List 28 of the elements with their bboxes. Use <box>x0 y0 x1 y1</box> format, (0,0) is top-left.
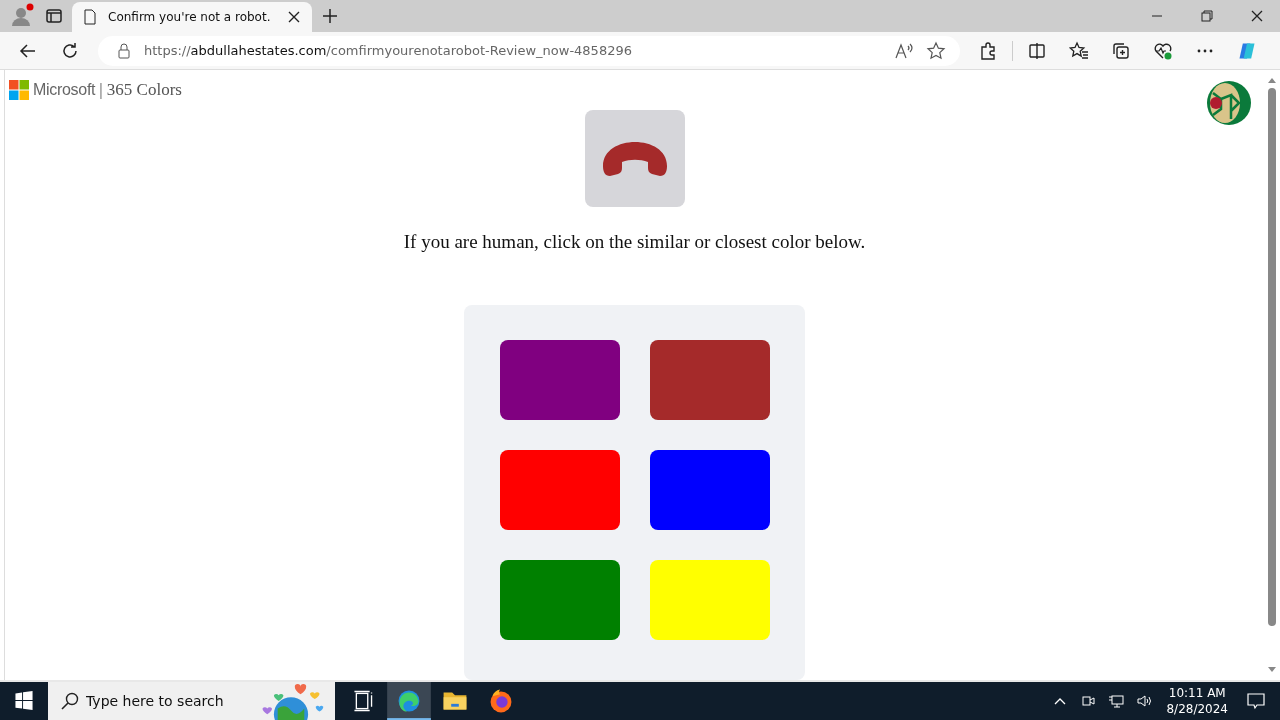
scroll-down-icon[interactable] <box>1267 666 1277 674</box>
url-text: https://abdullahestates.com/comfirmyourenotarobot-Review_now-4858296 <box>144 43 632 58</box>
network-icon[interactable] <box>1108 693 1125 709</box>
product-name: | 365 Colors <box>99 80 182 100</box>
color-swatch[interactable] <box>499 560 620 640</box>
brand-name: Microsoft <box>33 81 96 99</box>
scroll-up-icon[interactable] <box>1267 76 1277 84</box>
color-swatch[interactable] <box>649 340 770 420</box>
instruction-text: If you are human, click on the similar or closest color below. <box>403 231 866 253</box>
close-icon[interactable] <box>286 9 302 25</box>
lock-icon <box>116 42 132 59</box>
notifications-icon[interactable] <box>1246 691 1266 711</box>
scroll-thumb[interactable] <box>1268 88 1276 626</box>
tab-title: Confirm you're not a robot. <box>108 10 272 24</box>
color-swatch[interactable] <box>649 450 770 530</box>
color-swatch[interactable] <box>499 450 620 530</box>
camera-icon[interactable] <box>1080 693 1097 709</box>
page-icon <box>82 9 98 25</box>
browser-tab[interactable]: Confirm you're not a robot. <box>72 2 312 32</box>
clock[interactable]: 10:11 AM 8/28/2024 <box>1158 685 1236 717</box>
address-bar[interactable]: https://abdullahestates.com/comfirmyourenotarobot-Review_now-4858296 <box>98 35 960 66</box>
volume-icon[interactable] <box>1136 693 1153 709</box>
taskbar-search-field[interactable]: Type here to search <box>48 682 335 720</box>
star-icon[interactable] <box>926 40 946 61</box>
color-swatch[interactable] <box>499 340 620 420</box>
globe-logo-icon <box>1207 81 1251 125</box>
color-swatch[interactable] <box>649 560 770 640</box>
windows-logo-icon <box>9 80 29 100</box>
